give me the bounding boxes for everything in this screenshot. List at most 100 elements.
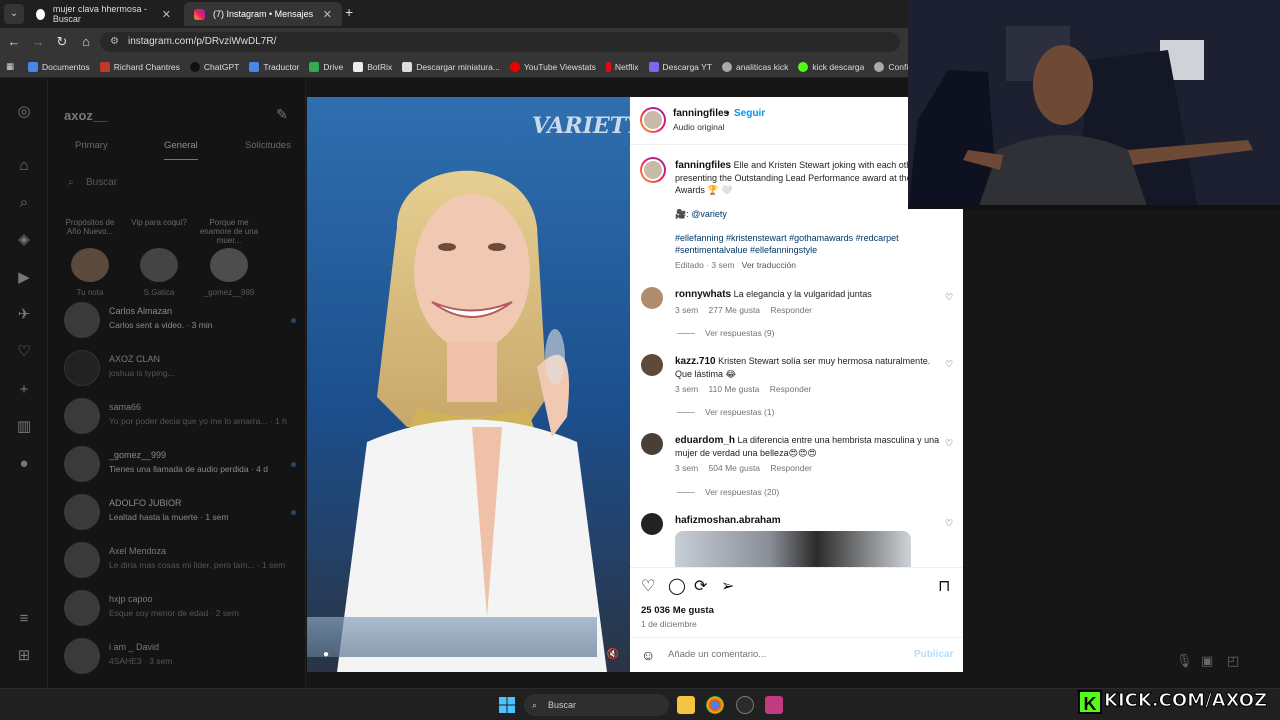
conversation-item[interactable]: sama66 Yo por poder decia que yo me lo a…: [48, 392, 306, 440]
avatar[interactable]: [641, 354, 663, 376]
post-video[interactable]: VARIETY ● 🔇: [307, 97, 630, 672]
apps-icon[interactable]: ▦: [6, 61, 14, 72]
emoji-icon[interactable]: ☺: [641, 647, 655, 663]
audio-label[interactable]: Audio original: [673, 122, 725, 132]
messages-icon[interactable]: ✈: [14, 305, 34, 325]
create-icon[interactable]: +: [14, 380, 34, 400]
conversation-item[interactable]: AXOZ CLAN joshua is typing...: [48, 344, 306, 392]
comment-image[interactable]: [675, 531, 911, 567]
share-icon[interactable]: ➢: [721, 576, 734, 596]
notifications-icon[interactable]: ♡: [14, 342, 34, 362]
reload-icon[interactable]: ↻: [54, 34, 70, 50]
bookmark-descarga-yt[interactable]: Descarga YT: [648, 61, 712, 72]
image-icon[interactable]: ▣: [1201, 653, 1213, 669]
url-input[interactable]: ⚙ instagram.com/p/DRvziWwDL7R/: [100, 32, 900, 52]
author-username[interactable]: fanningfiles: [673, 108, 729, 119]
view-replies[interactable]: Ver respuestas (20): [677, 487, 779, 497]
comment-like-icon[interactable]: ♡: [945, 438, 953, 449]
file-explorer-icon[interactable]: [677, 696, 695, 714]
bookmark-kick-descarga[interactable]: kick descarga: [798, 61, 864, 72]
translate-link[interactable]: Ver traducción: [742, 260, 796, 270]
profile-avatar[interactable]: ●: [14, 454, 34, 474]
tab-primary[interactable]: Primary: [75, 140, 108, 151]
bookmark-viewstats[interactable]: YouTube Viewstats: [509, 61, 596, 72]
hashtags[interactable]: #ellefanning #kristenstewart #gothamawar…: [675, 232, 925, 256]
comment-username[interactable]: eduardom_h: [675, 435, 735, 446]
dashboard-icon[interactable]: ▥: [14, 417, 34, 437]
comment-like-icon[interactable]: ♡: [945, 359, 953, 370]
publish-button[interactable]: Publicar: [914, 649, 953, 660]
comment-like-icon[interactable]: ♡: [945, 518, 953, 529]
conversation-item[interactable]: i am _ David 4SAHE3 · 3 sem: [48, 632, 306, 680]
tab-instagram[interactable]: (7) Instagram • Mensajes ✕: [184, 2, 342, 26]
taskbar-search[interactable]: ⌕ Buscar: [524, 694, 669, 716]
explore-icon[interactable]: ◈: [14, 230, 34, 250]
note-item[interactable]: Vip para coqui? S.Gatica: [129, 218, 189, 297]
mute-icon[interactable]: 🔇: [605, 649, 621, 665]
conversation-item[interactable]: Axel Mendoza Le diria mas cosas mi lider…: [48, 536, 306, 584]
follow-button[interactable]: Seguir: [734, 108, 765, 119]
new-tab-icon[interactable]: +: [345, 4, 353, 20]
inbox-username[interactable]: axoz__: [64, 108, 107, 123]
search-icon[interactable]: ⌕: [14, 193, 34, 213]
bookmark-analiticas[interactable]: analiticas kick: [721, 61, 788, 72]
windows-start-icon[interactable]: [499, 697, 515, 713]
view-replies[interactable]: Ver respuestas (9): [677, 328, 774, 338]
user-tag-icon[interactable]: ●: [318, 649, 334, 665]
bookmark-chatgpt[interactable]: ChatGPT: [189, 61, 239, 72]
caption-avatar[interactable]: [640, 157, 666, 183]
bookmark-documentos[interactable]: Documentos: [28, 61, 90, 72]
conversation-item[interactable]: _gomez__999 Tienes una llamada de audio …: [48, 440, 306, 488]
reply-button[interactable]: Responder: [770, 384, 812, 394]
conversation-item[interactable]: hxjp capoo Esque soy menor de edad · 2 s…: [48, 584, 306, 632]
bookmark-miniatura[interactable]: Descargar miniatura...: [402, 61, 500, 72]
bookmark-traductor[interactable]: Traductor: [249, 61, 299, 72]
bookmark-botrix[interactable]: BotRix: [353, 61, 392, 72]
close-icon[interactable]: ✕: [323, 8, 332, 21]
comment-username[interactable]: kazz.710: [675, 356, 716, 367]
likes-count[interactable]: 25 036 Me gusta: [641, 605, 714, 616]
note-item[interactable]: Propósitos de Año Nuevo... Tu nota: [60, 218, 120, 297]
conversation-item[interactable]: ADOLFO JUBIOR Lealtad hasta la muerte · …: [48, 488, 306, 536]
home-icon[interactable]: ⌂: [14, 156, 34, 176]
repost-icon[interactable]: ⟳: [694, 576, 707, 596]
microphone-icon[interactable]: 🎙: [1176, 653, 1193, 669]
avatar[interactable]: [641, 433, 663, 455]
home-icon[interactable]: ⌂: [78, 34, 94, 50]
site-info-icon[interactable]: ⚙: [110, 32, 119, 52]
bookmark-drive[interactable]: Drive: [309, 61, 343, 72]
menu-icon[interactable]: ≡: [14, 609, 34, 629]
sticker-icon[interactable]: ◰: [1227, 653, 1239, 669]
reply-button[interactable]: Responder: [770, 463, 812, 473]
mention[interactable]: 🎥: @variety: [675, 208, 727, 220]
view-replies[interactable]: Ver respuestas (1): [677, 407, 774, 417]
instagram-logo-icon[interactable]: ◎: [14, 102, 34, 122]
bookmark-richard[interactable]: Richard Chantres: [99, 61, 180, 72]
tab-search-icon[interactable]: ⌄: [4, 4, 24, 24]
comment-icon[interactable]: ◯: [668, 576, 686, 596]
app-icon[interactable]: [765, 696, 783, 714]
bookmark-netflix[interactable]: Netflix: [605, 61, 639, 72]
reels-icon[interactable]: ▶: [14, 268, 34, 288]
inbox-search[interactable]: ⌕ Buscar: [62, 172, 292, 194]
author-avatar[interactable]: [640, 107, 666, 133]
obs-icon[interactable]: [736, 696, 754, 714]
tab-requests[interactable]: Solicitudes: [245, 140, 291, 151]
avatar[interactable]: [641, 287, 663, 309]
forward-icon[interactable]: →: [30, 34, 46, 50]
reply-button[interactable]: Responder: [770, 305, 812, 315]
avatar[interactable]: [641, 513, 663, 535]
back-icon[interactable]: ←: [6, 34, 22, 50]
close-icon[interactable]: ✕: [162, 8, 171, 21]
tab-google-search[interactable]: mujer clava hhermosa - Buscar ✕: [26, 2, 181, 26]
chrome-icon[interactable]: [706, 696, 724, 714]
caption-username[interactable]: fanningfiles: [675, 160, 731, 171]
note-item[interactable]: Porque me enamore de una muer... _gomez_…: [199, 218, 259, 297]
compose-icon[interactable]: ✎: [276, 106, 288, 123]
comment-input[interactable]: Añade un comentario...: [668, 649, 766, 660]
comment-username[interactable]: hafizmoshan.abraham: [675, 515, 781, 526]
conversation-item[interactable]: Carlos Almazan Carlos sent a video. · 3 …: [48, 296, 306, 344]
like-icon[interactable]: ♡: [641, 576, 655, 596]
save-icon[interactable]: ⊓: [938, 576, 950, 596]
comment-username[interactable]: ronnywhats: [675, 289, 731, 300]
